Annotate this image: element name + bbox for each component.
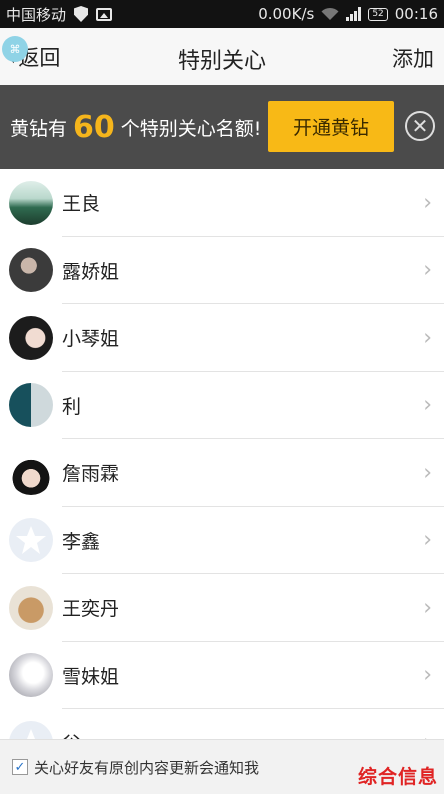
yellow-diamond-promo-banner: 黄钻有 60 个特别关心名额! 开通黄钻 ✕ [0, 85, 444, 169]
contact-name: 小琴姐 [62, 328, 120, 351]
list-item[interactable]: 小琴姐 › [0, 304, 444, 372]
status-bar: 中国移动 0.00K/s 52 00:16 [0, 0, 444, 28]
avatar [9, 383, 53, 428]
carrier-label: 中国移动 [6, 5, 67, 24]
chevron-right-icon: › [423, 392, 432, 418]
chevron-right-icon: › [423, 595, 432, 621]
default-avatar-star-icon [16, 526, 46, 555]
chevron-right-icon: › [423, 190, 432, 216]
notify-label: 关心好友有原创内容更新会通知我 [34, 758, 260, 777]
special-care-list: 王良 › 露娇姐 › 小琴姐 › 利 › 詹雨霖 › 李鑫 › 王奕丹 › 雪妹… [0, 169, 444, 739]
contact-name: 李鑫 [62, 530, 101, 553]
close-icon[interactable]: ✕ [405, 111, 435, 141]
avatar [9, 585, 53, 630]
promo-count: 60 [73, 109, 115, 145]
avatar [9, 518, 53, 563]
contact-name: 王良 [62, 193, 101, 216]
promo-text-before: 黄钻有 [10, 117, 68, 140]
image-icon [96, 7, 113, 21]
open-yellow-diamond-button[interactable]: 开通黄钻 [268, 101, 394, 152]
avatar [9, 450, 53, 495]
signal-icon [346, 7, 362, 21]
avatar [9, 248, 53, 293]
contact-name: 利 [62, 395, 82, 418]
chevron-right-icon: › [423, 460, 432, 486]
contact-name: 王奕丹 [62, 598, 120, 621]
chevron-right-icon: › [423, 325, 432, 351]
list-item[interactable]: 利 › [0, 372, 444, 440]
watermark-text: 综合信息 [357, 766, 438, 788]
promo-text: 黄钻有 60 个特别关心名额! [10, 110, 261, 145]
list-item[interactable]: 李鑫 › [0, 507, 444, 575]
list-item[interactable]: 谷 › [0, 709, 444, 739]
battery-icon: 52 [368, 7, 388, 21]
contact-name: 谷 [62, 729, 81, 739]
shield-icon [74, 6, 89, 22]
contact-name: 露娇姐 [62, 260, 120, 283]
page-title: 特别关心 [177, 49, 266, 74]
nav-bar: ‹ 返回 ⌘ 特别关心 添加 [0, 28, 444, 85]
default-avatar-star-icon [16, 728, 46, 739]
promo-text-after: 个特别关心名额! [120, 117, 262, 140]
list-item[interactable]: 露娇姐 › [0, 237, 444, 305]
avatar [9, 653, 53, 698]
avatar [9, 315, 53, 360]
notify-checkbox[interactable]: ✓ [12, 759, 28, 775]
list-item[interactable]: 雪妹姐 › [0, 642, 444, 710]
contact-name: 雪妹姐 [62, 665, 120, 688]
avatar [9, 720, 53, 739]
network-speed: 0.00K/s [258, 5, 315, 23]
chevron-right-icon: › [423, 527, 432, 553]
wifi-icon [321, 7, 339, 20]
notify-option-bar: ✓ 关心好友有原创内容更新会通知我 综合信息 [0, 739, 444, 794]
chevron-right-icon: › [423, 662, 432, 688]
clock: 00:16 [394, 5, 438, 23]
avatar [9, 180, 53, 225]
add-button[interactable]: 添加 [392, 43, 434, 73]
contact-name: 詹雨霖 [62, 463, 120, 486]
list-item[interactable]: 詹雨霖 › [0, 439, 444, 507]
list-item[interactable]: 王良 › [0, 169, 444, 237]
list-item[interactable]: 王奕丹 › [0, 574, 444, 642]
chevron-right-icon: › [423, 730, 432, 739]
chevron-right-icon: › [423, 257, 432, 283]
